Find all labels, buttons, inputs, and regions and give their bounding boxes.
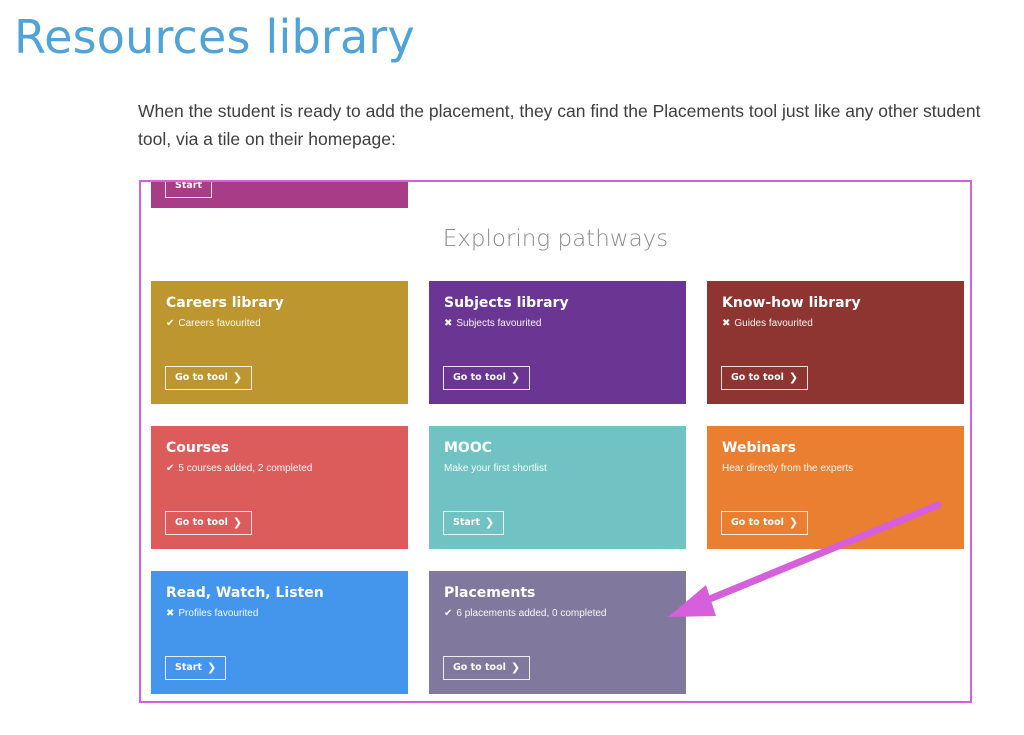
button-label: Go to tool <box>175 517 228 528</box>
tile-status: Hear directly from the experts <box>722 463 964 474</box>
tile-title: Courses <box>166 440 229 456</box>
tile-status: ✔ 6 placements added, 0 completed <box>444 608 686 619</box>
tile-placements[interactable]: Placements ✔ 6 placements added, 0 compl… <box>429 571 686 694</box>
check-icon: ✔ <box>166 463 175 474</box>
tile-title: Placements <box>444 585 536 601</box>
tile-courses[interactable]: Courses ✔ 5 courses added, 2 completed G… <box>151 426 408 549</box>
button-label: Go to tool <box>453 372 506 383</box>
page-title: Resources library <box>14 10 415 64</box>
chevron-right-icon: ❯ <box>510 661 521 674</box>
tile-status-text: Hear directly from the experts <box>722 463 854 474</box>
tile-know-how-library[interactable]: Know-how library ✖ Guides favourited Go … <box>707 281 964 404</box>
button-label: Go to tool <box>453 662 506 673</box>
go-to-tool-button[interactable]: Go to tool ❯ <box>721 366 809 390</box>
tile-title: Webinars <box>722 440 796 456</box>
button-label: Start <box>453 517 481 528</box>
tile-mooc[interactable]: MOOC Make your first shortlist Start ❯ <box>429 426 686 549</box>
button-label: Go to tool <box>731 517 784 528</box>
go-to-tool-button[interactable]: Go to tool ❯ <box>443 656 531 680</box>
tile-status: ✖ Profiles favourited <box>166 608 408 619</box>
tile-status: ✔ 5 courses added, 2 completed <box>166 463 408 474</box>
chevron-right-icon: ❯ <box>788 371 799 384</box>
tile-status-text: Careers favourited <box>178 318 261 329</box>
tile-careers-library[interactable]: Careers library ✔ Careers favourited Go … <box>151 281 408 404</box>
tile-status: ✔ Careers favourited <box>166 318 408 329</box>
chevron-right-icon: ❯ <box>232 371 243 384</box>
button-label: Go to tool <box>731 372 784 383</box>
go-to-tool-button[interactable]: Go to tool ❯ <box>165 511 253 535</box>
tile-status: ✖ Guides favourited <box>722 318 964 329</box>
page: Resources library When the student is re… <box>0 0 1024 735</box>
check-icon: ✔ <box>444 608 453 619</box>
tile-title: MOOC <box>444 440 493 456</box>
cross-icon: ✖ <box>166 608 175 619</box>
tile-subjects-library[interactable]: Subjects library ✖ Subjects favourited G… <box>429 281 686 404</box>
check-icon: ✔ <box>166 318 175 329</box>
chevron-right-icon: ❯ <box>510 371 521 384</box>
tile-status-text: Subjects favourited <box>456 318 542 329</box>
tile-title: Careers library <box>166 295 284 311</box>
cross-icon: ✖ <box>444 318 453 329</box>
intro-paragraph: When the student is ready to add the pla… <box>138 101 981 149</box>
partial-tile: Start <box>151 180 408 208</box>
chevron-right-icon: ❯ <box>485 516 495 529</box>
go-to-tool-button[interactable]: Go to tool ❯ <box>165 366 253 390</box>
chevron-right-icon: ❯ <box>232 516 243 529</box>
go-to-tool-button[interactable]: Go to tool ❯ <box>443 366 531 390</box>
start-button[interactable]: Start ❯ <box>443 511 505 535</box>
go-to-tool-button[interactable]: Go to tool ❯ <box>721 511 809 535</box>
section-heading: Exploring pathways <box>442 226 669 252</box>
start-button[interactable]: Start ❯ <box>165 656 227 680</box>
tile-webinars[interactable]: Webinars Hear directly from the experts … <box>707 426 964 549</box>
tile-title: Know-how library <box>722 295 861 311</box>
chevron-right-icon: ❯ <box>788 516 799 529</box>
tile-status-text: Guides favourited <box>734 318 813 329</box>
tile-status-text: Profiles favourited <box>178 608 259 619</box>
tile-status-text: Make your first shortlist <box>444 463 547 474</box>
button-label: Go to tool <box>175 372 228 383</box>
tile-status: Make your first shortlist <box>444 463 686 474</box>
tile-status: ✖ Subjects favourited <box>444 318 686 329</box>
tile-status-text: 6 placements added, 0 completed <box>456 608 607 619</box>
button-label: Start <box>175 180 203 191</box>
embedded-screenshot: Start Exploring pathways Careers library… <box>139 180 972 703</box>
chevron-right-icon: ❯ <box>207 661 217 674</box>
tile-title: Subjects library <box>444 295 569 311</box>
tile-title: Read, Watch, Listen <box>166 585 324 601</box>
partial-tile-start-button[interactable]: Start <box>165 180 213 198</box>
tile-status-text: 5 courses added, 2 completed <box>178 463 313 474</box>
tile-read-watch-listen[interactable]: Read, Watch, Listen ✖ Profiles favourite… <box>151 571 408 694</box>
button-label: Start <box>175 662 203 673</box>
cross-icon: ✖ <box>722 318 731 329</box>
